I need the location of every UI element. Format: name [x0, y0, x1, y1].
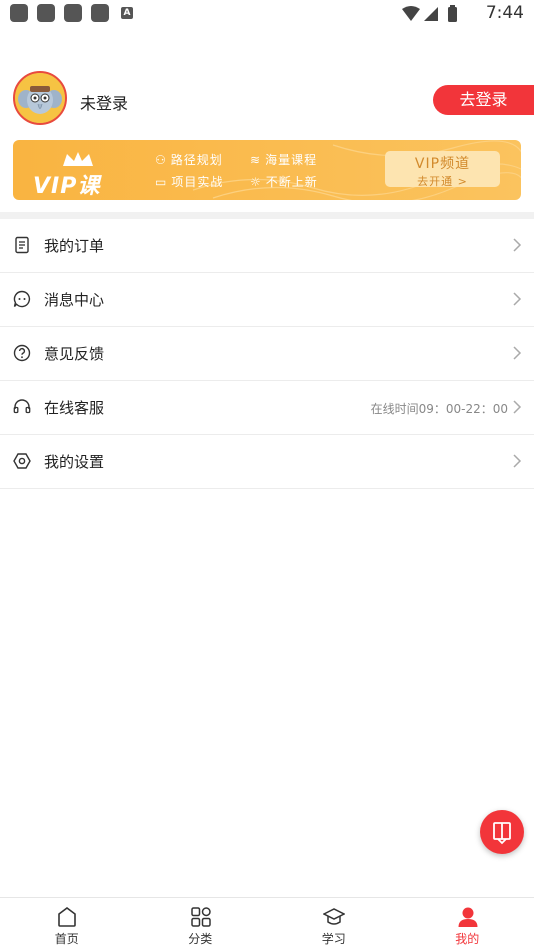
menu-item-label: 我的设置 — [44, 451, 104, 472]
tab-category[interactable]: 分类 — [134, 898, 268, 951]
bottom-tab-bar: 首页 分类 学习 我的 — [0, 897, 534, 951]
layers-icon: ≋ — [250, 153, 261, 167]
tab-home[interactable]: 首页 — [0, 898, 134, 951]
book-icon — [480, 810, 524, 854]
crown-icon — [59, 150, 97, 168]
graduation-cap-icon — [323, 906, 345, 928]
menu-item-feedback[interactable]: 意见反馈 — [0, 327, 534, 381]
home-icon — [56, 906, 78, 928]
profile-header: 未登录 去登录 — [0, 70, 534, 130]
message-icon — [13, 290, 31, 308]
document-icon — [13, 236, 31, 254]
chevron-right-icon — [512, 400, 522, 414]
service-hours: 在线时间09：00-22：00 — [371, 400, 508, 417]
user-icon — [457, 906, 479, 928]
section-divider — [0, 212, 534, 219]
menu-item-messages[interactable]: 消息中心 — [0, 273, 534, 327]
chevron-right-icon — [512, 238, 522, 252]
tab-label: 学习 — [267, 930, 401, 947]
vip-feature: ☼不断上新 — [250, 173, 318, 190]
login-button[interactable]: 去登录 — [433, 85, 534, 115]
notification-icon — [37, 4, 55, 22]
vip-channel-subtitle: 去开通 > — [385, 173, 500, 189]
vip-feature: ⚇路径规划 — [155, 151, 223, 168]
notification-icon — [10, 4, 28, 22]
floating-feedback-button[interactable] — [480, 810, 524, 854]
vip-banner[interactable]: VIP课 ⚇路径规划 ≋海量课程 ▭项目实战 ☼不断上新 VIP频道 去开通 > — [13, 140, 521, 200]
tab-label: 首页 — [0, 930, 134, 947]
chevron-right-icon — [512, 292, 522, 306]
signal-icon — [424, 7, 438, 21]
tab-study[interactable]: 学习 — [267, 898, 401, 951]
menu-list: 我的订单 消息中心 意见反馈 在线客服 — [0, 219, 534, 489]
vip-logo: VIP课 — [33, 168, 100, 200]
menu-item-label: 意见反馈 — [44, 343, 104, 364]
menu-item-orders[interactable]: 我的订单 — [0, 219, 534, 273]
menu-item-label: 消息中心 — [44, 289, 104, 310]
vip-channel-button[interactable]: VIP频道 去开通 > — [385, 151, 500, 187]
menu-item-settings[interactable]: 我的设置 — [0, 435, 534, 489]
menu-item-customer-service[interactable]: 在线客服 在线时间09：00-22：00 — [0, 381, 534, 435]
tab-label: 分类 — [134, 930, 268, 947]
notification-icon — [91, 4, 109, 22]
avatar[interactable] — [13, 71, 67, 125]
chevron-right-icon — [512, 454, 522, 468]
route-icon: ⚇ — [155, 153, 167, 167]
status-time: 7:44 — [486, 3, 524, 23]
vip-feature: ≋海量课程 — [250, 151, 317, 168]
battery-icon — [448, 7, 457, 22]
elephant-avatar-icon — [15, 73, 65, 123]
headset-icon — [13, 398, 31, 416]
question-icon — [13, 344, 31, 362]
chevron-right-icon — [512, 346, 522, 360]
notification-icon — [64, 4, 82, 22]
menu-item-label: 我的订单 — [44, 235, 104, 256]
notification-a-icon: A — [121, 7, 133, 19]
status-bar: A 7:44 — [0, 0, 534, 28]
tab-mine[interactable]: 我的 — [401, 898, 534, 951]
system-status-icons — [400, 5, 466, 23]
tab-label: 我的 — [401, 930, 534, 947]
project-icon: ▭ — [155, 175, 167, 189]
username-label: 未登录 — [80, 90, 128, 114]
menu-item-label: 在线客服 — [44, 397, 104, 418]
grid-icon — [190, 906, 212, 928]
settings-icon — [13, 452, 31, 470]
wifi-icon — [402, 6, 420, 21]
vip-channel-title: VIP频道 — [385, 153, 500, 173]
vip-feature: ▭项目实战 — [155, 173, 223, 190]
lightbulb-icon: ☼ — [250, 175, 262, 189]
